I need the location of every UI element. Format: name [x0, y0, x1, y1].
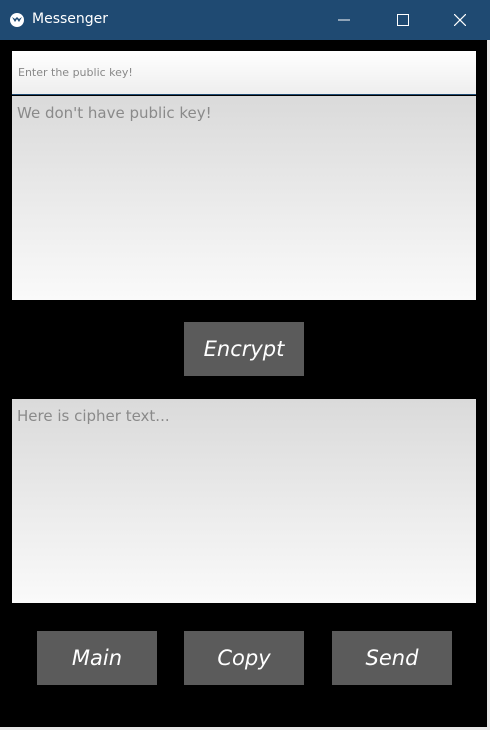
maximize-icon — [397, 14, 409, 26]
copy-button[interactable]: Copy — [184, 631, 304, 685]
public-key-input[interactable] — [12, 51, 476, 95]
plain-text-area[interactable] — [12, 96, 476, 300]
messenger-window: Messenger Encrypt Main Copy Send — [0, 0, 490, 730]
close-icon — [454, 14, 466, 26]
send-button[interactable]: Send — [332, 631, 452, 685]
encrypt-button[interactable]: Encrypt — [184, 322, 304, 376]
main-button[interactable]: Main — [37, 631, 157, 685]
minimize-button[interactable] — [322, 0, 366, 40]
title-bar[interactable]: Messenger — [0, 0, 490, 40]
minimize-icon — [338, 19, 350, 21]
close-button[interactable] — [438, 0, 482, 40]
kivy-icon — [10, 13, 24, 27]
window-title: Messenger — [32, 11, 109, 27]
cipher-text-area[interactable] — [12, 399, 476, 603]
maximize-button[interactable] — [381, 0, 425, 40]
